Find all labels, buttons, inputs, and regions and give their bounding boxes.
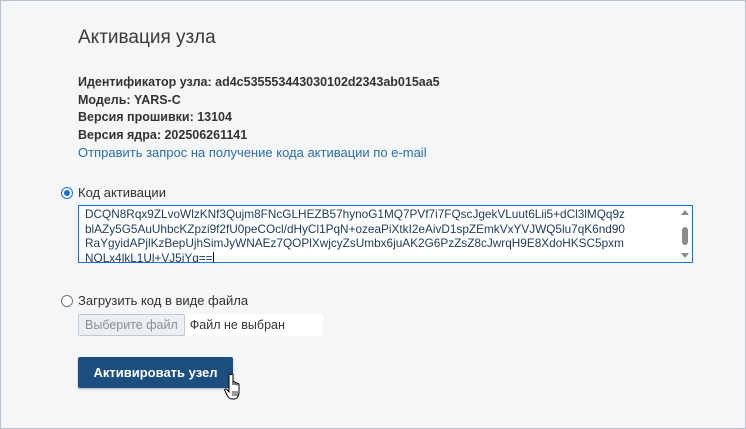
- upload-file-radio[interactable]: [61, 294, 73, 307]
- activation-panel: Активация узла Идентификатор узла: ad4c5…: [0, 0, 746, 429]
- code-line-2: blAZy5G5AuUhbcKZpzi9f2fU0peCOcl/dHyCl1Pq…: [85, 221, 625, 236]
- file-input: Выберите файл Файл не выбран: [78, 314, 323, 336]
- code-line-4: NOLx4lkL1Ul+VJ5iYg==: [85, 250, 213, 263]
- textarea-scrollbar[interactable]: [678, 206, 692, 262]
- hand-pointer-icon: [224, 373, 240, 400]
- scroll-down-icon[interactable]: [681, 253, 689, 258]
- choose-file-button[interactable]: Выберите файл: [78, 314, 185, 336]
- upload-file-label: Загрузить код в виде файла: [78, 293, 249, 308]
- text-caret: [212, 251, 214, 262]
- upload-file-option[interactable]: Загрузить код в виде файла: [61, 293, 248, 308]
- scroll-thumb[interactable]: [682, 227, 688, 245]
- kernel-version: Версия ядра: 202506261141: [78, 127, 248, 142]
- activation-code-textarea[interactable]: DCQN8Rqx9ZLvoWlzKNf3Qujm8FNcGLHEZB57hyno…: [78, 205, 693, 263]
- activation-code-option[interactable]: Код активации: [61, 185, 166, 200]
- activation-code-label: Код активации: [78, 185, 166, 200]
- activation-code-text: DCQN8Rqx9ZLvoWlzKNf3Qujm8FNcGLHEZB57hyno…: [85, 207, 675, 263]
- page-title: Активация узла: [78, 27, 216, 48]
- activation-code-radio[interactable]: [61, 186, 73, 199]
- code-line-3: RaYgyidAPjlKzBepUjhSimJyWNAEz7QOPlXwjcyZ…: [85, 236, 624, 251]
- node-info: Идентификатор узла: ad4c535553443030102d…: [78, 74, 440, 144]
- activate-node-button[interactable]: Активировать узел: [78, 357, 233, 388]
- request-activation-code-link[interactable]: Отправить запрос на получение кода актив…: [78, 145, 427, 160]
- node-id: Идентификатор узла: ad4c535553443030102d…: [78, 75, 440, 89]
- firmware-version: Версия прошивки: 13104: [78, 110, 232, 124]
- code-line-1: DCQN8Rqx9ZLvoWlzKNf3Qujm8FNcGLHEZB57hyno…: [85, 207, 625, 221]
- scroll-up-icon[interactable]: [681, 210, 689, 215]
- node-model: Модель: YARS-C: [78, 92, 181, 107]
- file-status: Файл не выбран: [184, 314, 323, 336]
